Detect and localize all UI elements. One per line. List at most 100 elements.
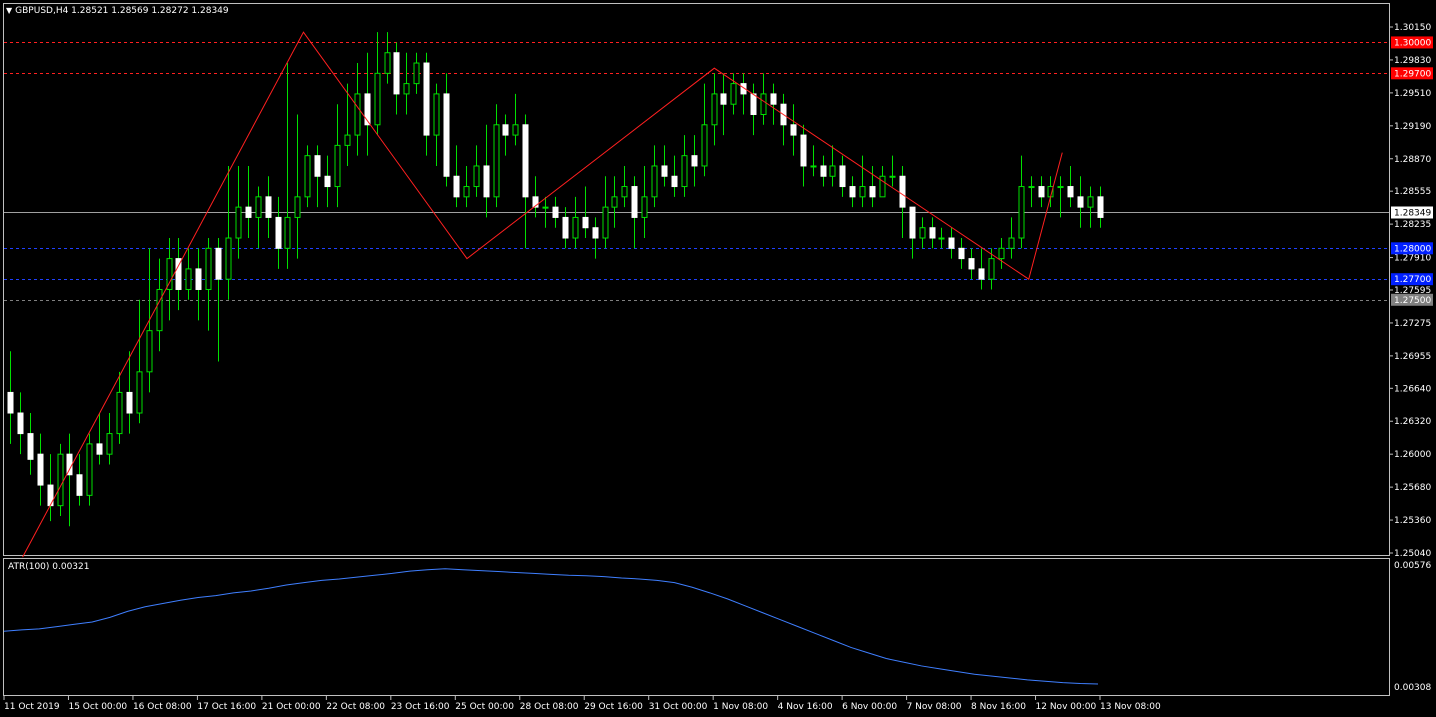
candle (235, 165, 242, 259)
candle-body (681, 155, 688, 188)
candle-body (37, 453, 44, 486)
candle-body (344, 134, 351, 146)
atr-line (3, 568, 1099, 685)
price-tick-label: 1.29510 (1394, 89, 1431, 99)
candle (334, 104, 341, 208)
time-tick-label: 8 Nov 16:00 (971, 702, 1026, 712)
candle (304, 145, 311, 208)
candle (1097, 186, 1104, 228)
candle-body (611, 196, 618, 208)
level-label: 1.27500 (1394, 296, 1431, 306)
candle-body (96, 443, 103, 455)
candle-body (27, 433, 34, 460)
candle-body (948, 237, 955, 249)
chart-canvas[interactable]: 0.00576 0.00308 1.30150 1.29830 1.29510 1.29… (0, 0, 1436, 717)
candle-body (403, 83, 410, 95)
time-tick-label: 22 Oct 08:00 (326, 702, 385, 712)
candle-body (750, 93, 757, 115)
candle (909, 206, 916, 259)
candle-body (413, 62, 420, 85)
time-tick-label: 16 Oct 08:00 (133, 702, 192, 712)
candle-body (205, 247, 212, 290)
candle-body (938, 237, 945, 240)
time-tick-label: 7 Nov 08:00 (907, 702, 962, 712)
candle-body (859, 186, 866, 198)
candle-body (146, 330, 153, 373)
candle-body (800, 134, 807, 167)
candle-body (1018, 186, 1025, 239)
candle (889, 155, 896, 187)
candle (592, 217, 599, 259)
candles-layer (7, 32, 1104, 527)
time-tick-label: 21 Oct 00:00 (262, 702, 321, 712)
candle (116, 371, 123, 444)
candle (7, 351, 14, 444)
candle-body (265, 196, 272, 218)
candle (384, 32, 391, 84)
price-tick-label: 1.25040 (1394, 549, 1431, 559)
candle-body (1097, 196, 1104, 218)
candle-body (1038, 186, 1045, 198)
candle (671, 155, 678, 197)
price-tick-label: 1.25360 (1394, 516, 1431, 526)
candle-body (988, 258, 995, 280)
candle-body (195, 268, 202, 290)
candle-body (255, 196, 262, 218)
candle (780, 93, 787, 146)
candle-body (1087, 196, 1094, 208)
price-tick-label: 1.26955 (1394, 352, 1431, 362)
candle (443, 73, 450, 187)
candle (562, 207, 569, 249)
time-tick-label: 6 Nov 00:00 (842, 702, 897, 712)
price-tick-label: 1.28235 (1394, 220, 1431, 230)
candle-body (136, 371, 143, 414)
candle-body (433, 93, 440, 136)
level-label: 1.29700 (1394, 69, 1431, 79)
candle-body (810, 165, 817, 168)
candle (86, 433, 93, 506)
candle (968, 248, 975, 280)
candle (1038, 176, 1045, 208)
price-tick-label: 1.26000 (1394, 450, 1431, 460)
candle-body (483, 165, 490, 198)
candle-body (225, 237, 232, 280)
candle-body (453, 175, 460, 198)
candle-body (76, 474, 83, 496)
candle (275, 196, 282, 269)
candle-body (929, 227, 936, 239)
candle-body (245, 206, 252, 218)
candle (750, 83, 757, 136)
candle (1077, 176, 1084, 228)
candle-body (185, 268, 192, 290)
candle-body (374, 72, 381, 126)
level-label: 1.28000 (1394, 244, 1431, 254)
candle (393, 42, 400, 115)
candle (849, 176, 856, 208)
candle-body (423, 62, 430, 136)
candle-body (7, 391, 14, 414)
candle-body (215, 247, 222, 280)
candle (919, 217, 926, 249)
candle-body (542, 206, 549, 209)
candle-body (304, 155, 311, 198)
chart-window[interactable]: ▼ GBPUSD,H4 1.28521 1.28569 1.28272 1.283… (0, 0, 1436, 717)
candle (770, 83, 777, 125)
candle (215, 238, 222, 362)
price-tick-label: 1.30150 (1394, 23, 1431, 33)
candle (294, 114, 301, 259)
candle-body (126, 391, 133, 414)
time-tick-label: 31 Oct 00:00 (649, 702, 708, 712)
candle (760, 73, 767, 125)
candle (711, 73, 718, 146)
candle-body (968, 258, 975, 270)
candle-body (493, 124, 500, 198)
candle (740, 73, 747, 115)
atr-layer: 0.00576 0.00308 (3, 561, 1431, 693)
candle (96, 413, 103, 465)
price-tick-label: 1.26320 (1394, 417, 1431, 427)
candle (324, 155, 331, 208)
candle (314, 145, 321, 208)
candle-body (502, 124, 509, 136)
candle (37, 433, 44, 506)
candle (126, 351, 133, 434)
